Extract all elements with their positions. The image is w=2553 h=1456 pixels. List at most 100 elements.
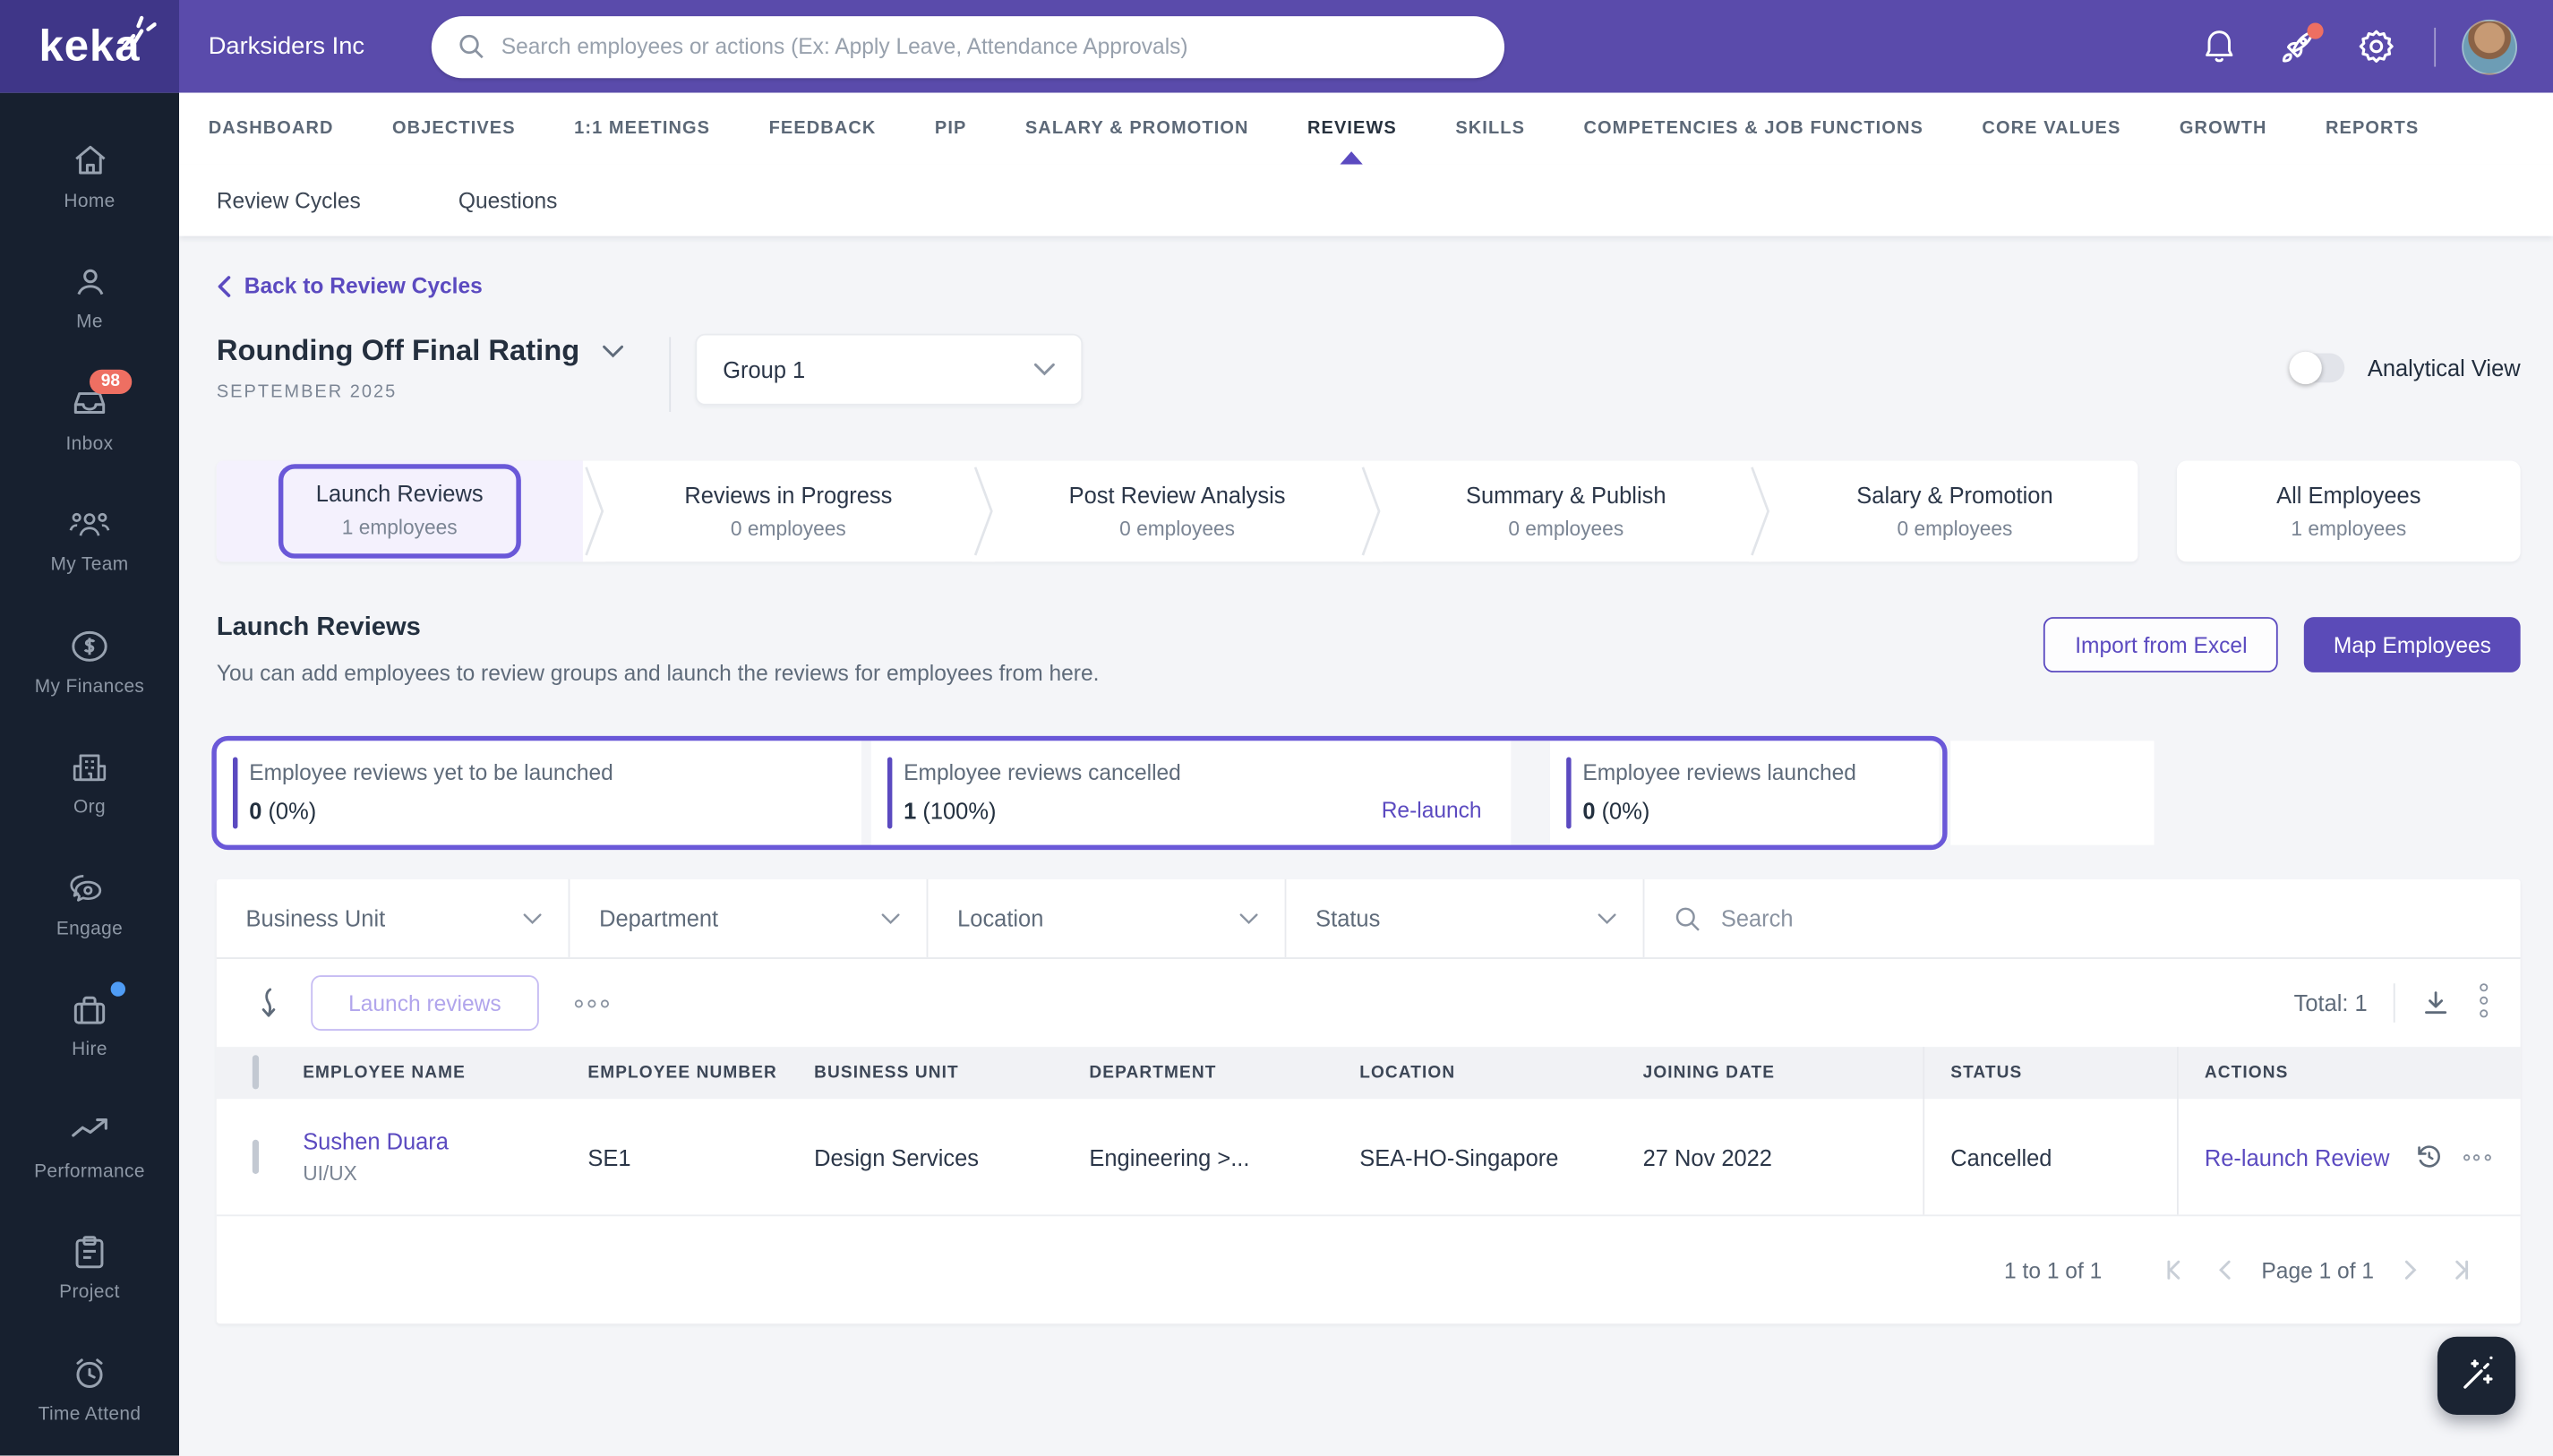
stage-summary-publish[interactable]: Summary & Publish 0 employees <box>1383 461 1749 562</box>
stat-card-yet-to-launch: Employee reviews yet to be launched 0 (0… <box>216 741 861 845</box>
chat-icon <box>70 875 102 903</box>
download-icon[interactable] <box>2421 989 2451 1018</box>
history-icon[interactable] <box>2412 1142 2444 1173</box>
stage-salary-promotion[interactable]: Salary & Promotion 0 employees <box>1772 461 2138 562</box>
subtab-questions[interactable]: Questions <box>458 188 558 212</box>
table-search[interactable] <box>1644 879 2520 957</box>
sidebar-item-performance[interactable]: Performance <box>0 1086 179 1207</box>
more-actions-icon[interactable] <box>574 998 613 1007</box>
toolbar-divider <box>2393 983 2395 1023</box>
ai-assistant-button[interactable] <box>2437 1336 2516 1416</box>
table-header-row: EMPLOYEE NAME EMPLOYEE NUMBER BUSINESS U… <box>216 1047 2521 1100</box>
tab-objectives[interactable]: OBJECTIVES <box>392 93 516 165</box>
sidebar-item-inbox[interactable]: 98 Inbox <box>0 358 179 479</box>
stage-post-review-analysis[interactable]: Post Review Analysis 0 employees <box>994 461 1360 562</box>
main-panel: DASHBOARD OBJECTIVES 1:1 MEETINGS FEEDBA… <box>179 92 2553 1456</box>
briefcase-icon <box>73 996 106 1024</box>
sidebar-item-org[interactable]: Org <box>0 722 179 843</box>
tab-salary-promotion[interactable]: SALARY & PROMOTION <box>1025 93 1249 165</box>
stepper-chevron-icon <box>1359 460 1384 562</box>
analytical-view-toggle[interactable]: Analytical View <box>2289 351 2521 385</box>
cycle-header: Rounding Off Final Rating SEPTEMBER 2025… <box>217 333 2521 422</box>
last-page-icon[interactable] <box>2447 1260 2470 1280</box>
keka-app: keka Darksiders Inc Search employees or … <box>0 0 2553 1456</box>
tab-core-values[interactable]: CORE VALUES <box>1982 93 2120 165</box>
tab-reports[interactable]: REPORTS <box>2326 93 2419 165</box>
sidebar-item-my-team[interactable]: My Team <box>0 479 179 600</box>
table-search-input[interactable] <box>1720 904 2491 932</box>
toggle-track[interactable] <box>2289 351 2345 385</box>
stepper-chevron-icon <box>971 460 995 562</box>
home-icon <box>74 146 105 175</box>
user-avatar[interactable] <box>2462 18 2517 74</box>
stage-launch-reviews[interactable]: Launch Reviews 1 employees <box>216 460 583 562</box>
cycle-period: SEPTEMBER 2025 <box>216 382 398 403</box>
sidebar: Home Me 98 Inbox My Team My Finances Org… <box>0 92 180 1456</box>
chevron-down-icon <box>881 912 900 924</box>
tab-skills[interactable]: SKILLS <box>1455 93 1525 165</box>
location-filter[interactable]: Location <box>928 878 1287 958</box>
import-from-excel-button[interactable]: Import from Excel <box>2043 617 2279 672</box>
chevron-down-icon <box>1239 912 1258 924</box>
analytical-view-label: Analytical View <box>2367 355 2521 381</box>
kebab-menu-icon[interactable] <box>2480 983 2489 1023</box>
stage-all-employees[interactable]: All Employees 1 employees <box>2176 460 2521 562</box>
sidebar-item-time-attend[interactable]: Time Attend <box>0 1329 179 1450</box>
sidebar-item-hire[interactable]: Hire <box>0 964 179 1085</box>
topbar: keka Darksiders Inc <box>0 0 2553 93</box>
clipboard-icon <box>75 1235 104 1268</box>
cycle-title: Rounding Off Final Rating <box>216 333 580 367</box>
employee-name-link[interactable]: Sushen Duara <box>303 1128 575 1154</box>
topbar-icons <box>2161 18 2517 74</box>
subtab-review-cycles[interactable]: Review Cycles <box>217 188 361 212</box>
company-name: Darksiders Inc <box>208 32 365 61</box>
sort-arrow-icon[interactable] <box>255 985 281 1021</box>
stepper-chevron-icon <box>1749 460 1772 562</box>
global-search[interactable] <box>431 15 1504 78</box>
re-launch-review-link[interactable]: Re-launch Review <box>2205 1143 2390 1169</box>
tab-growth[interactable]: GROWTH <box>2180 93 2267 165</box>
inbox-badge: 98 <box>90 369 132 395</box>
department-filter[interactable]: Department <box>570 878 929 958</box>
tab-pip[interactable]: PIP <box>935 93 967 165</box>
tab-reviews[interactable]: REVIEWS <box>1307 93 1397 165</box>
active-stage-highlight: Launch Reviews 1 employees <box>278 464 521 559</box>
re-launch-link[interactable]: Re-launch <box>1382 798 1482 822</box>
status-filter[interactable]: Status <box>1286 878 1645 958</box>
map-employees-button[interactable]: Map Employees <box>2304 617 2521 672</box>
stat-card-launched: Employee reviews launched 0 (0%) <box>1549 741 1940 845</box>
tab-feedback[interactable]: FEEDBACK <box>769 93 877 165</box>
row-more-actions-icon[interactable] <box>2463 1153 2494 1161</box>
search-icon <box>459 34 484 59</box>
notifications-bell-icon[interactable] <box>2199 27 2239 66</box>
whats-new-rocket-icon[interactable] <box>2278 21 2324 66</box>
stepper-bar: Launch Reviews 1 employees Reviews in Pr… <box>216 460 2138 562</box>
launch-reviews-button[interactable]: Launch reviews <box>311 975 539 1031</box>
sidebar-item-project[interactable]: Project <box>0 1207 179 1328</box>
business-unit-filter[interactable]: Business Unit <box>217 878 570 958</box>
prev-page-icon[interactable] <box>2217 1260 2231 1280</box>
column-header-employee-number: EMPLOYEE NUMBER <box>587 1063 777 1083</box>
sidebar-item-my-finances[interactable]: My Finances <box>0 601 179 722</box>
next-page-icon[interactable] <box>2404 1260 2419 1280</box>
back-to-review-cycles-link[interactable]: Back to Review Cycles <box>217 273 483 298</box>
stage-reviews-in-progress[interactable]: Reviews in Progress 0 employees <box>605 461 972 562</box>
keka-logo[interactable]: keka <box>0 0 180 93</box>
tab-1-1-meetings[interactable]: 1:1 MEETINGS <box>574 93 710 165</box>
filter-bar: Business Unit Department Location Status… <box>216 878 2521 959</box>
topbar-divider <box>2434 27 2437 66</box>
row-checkbox[interactable] <box>252 1138 260 1174</box>
settings-gear-icon[interactable] <box>2356 27 2395 66</box>
select-all-checkbox[interactable] <box>252 1055 260 1090</box>
sidebar-item-me[interactable]: Me <box>0 237 179 358</box>
sidebar-item-engage[interactable]: Engage <box>0 844 179 964</box>
tab-competencies-job-functions[interactable]: COMPETENCIES & JOB FUNCTIONS <box>1583 93 1923 165</box>
cycle-title-dropdown[interactable]: Rounding Off Final Rating SEPTEMBER 2025 <box>217 334 624 402</box>
group-select[interactable]: Group 1 <box>695 333 1084 406</box>
first-page-icon[interactable] <box>2165 1260 2188 1280</box>
tab-dashboard[interactable]: DASHBOARD <box>209 93 334 165</box>
department-value: Engineering >... <box>1089 1143 1250 1170</box>
sidebar-item-home[interactable]: Home <box>0 116 179 236</box>
global-search-input[interactable] <box>501 34 1478 59</box>
stat-accent-bar <box>887 757 893 829</box>
